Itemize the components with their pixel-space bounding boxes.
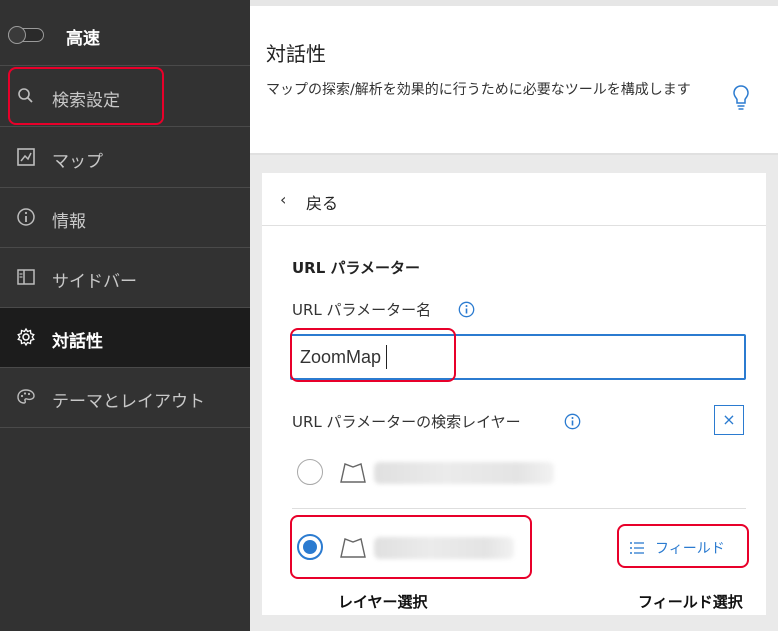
search-icon [18, 88, 33, 103]
param-name-label: URL パラメーター名 [292, 301, 432, 319]
row-divider [292, 508, 746, 509]
sidebar-item-theme-layout[interactable]: テーマとレイアウト [0, 368, 250, 428]
text-caret [386, 345, 387, 369]
sidebar-item-label: サイドバー [52, 272, 137, 292]
info-icon [17, 208, 35, 226]
caption-field-select: フィールド選択 [638, 593, 743, 611]
map-icon [17, 148, 35, 166]
fields-button-label: フィールド [655, 541, 725, 557]
gear-icon [17, 327, 35, 347]
search-layer-label: URL パラメーターの検索レイヤー [292, 413, 521, 431]
layer-icon [340, 538, 366, 558]
sidebar-item-label: マップ [52, 152, 103, 172]
page-description: マップの探索/解析を効果的に行うために必要なツールを構成します [266, 82, 691, 98]
lightbulb-icon[interactable] [732, 84, 750, 112]
chevron-left-icon: ‹ [280, 190, 287, 209]
sidebar-item-label: 検索設定 [52, 91, 120, 111]
fields-button[interactable]: フィールド [625, 534, 740, 562]
sidebar-item-search-settings[interactable]: 検索設定 [0, 67, 250, 127]
layer-name-redacted [374, 462, 554, 484]
info-icon[interactable] [564, 413, 581, 430]
section-title: URL パラメーター [292, 259, 421, 277]
info-icon[interactable] [458, 301, 475, 318]
top-divider [250, 0, 778, 6]
sidebar-item-label: 情報 [52, 212, 86, 232]
panel-layout-icon [17, 269, 35, 285]
layer-name-redacted [374, 537, 514, 559]
main-panel: 対話性 マップの探索/解析を効果的に行うために必要なツールを構成します ‹ 戻る… [250, 0, 778, 631]
back-label[interactable]: 戻る [306, 190, 338, 214]
sidebar: 高速 検索設定 マップ 情報 サイドバー 対話性 テーマとレイアウト [0, 0, 250, 631]
speed-toggle[interactable] [8, 26, 44, 44]
layer-radio-2[interactable] [297, 534, 323, 560]
clear-layers-button[interactable]: × [714, 405, 744, 435]
speed-toggle-label: 高速 [66, 29, 100, 49]
sidebar-item-info[interactable]: 情報 [0, 188, 250, 248]
url-param-name-input[interactable] [290, 334, 746, 380]
layer-icon [340, 463, 366, 483]
sidebar-item-map[interactable]: マップ [0, 128, 250, 188]
sidebar-item-label: テーマとレイアウト [52, 392, 205, 412]
layer-radio-1[interactable] [297, 459, 323, 485]
toggle-knob [8, 26, 26, 44]
list-icon [630, 542, 644, 554]
sidebar-item-interactivity[interactable]: 対話性 [0, 308, 250, 368]
sidebar-item-sidebar[interactable]: サイドバー [0, 248, 250, 308]
page-title: 対話性 [266, 42, 326, 66]
palette-icon [17, 389, 35, 404]
speed-toggle-row: 高速 [0, 0, 250, 66]
sidebar-item-label: 対話性 [52, 332, 103, 352]
caption-layer-select: レイヤー選択 [338, 593, 428, 611]
